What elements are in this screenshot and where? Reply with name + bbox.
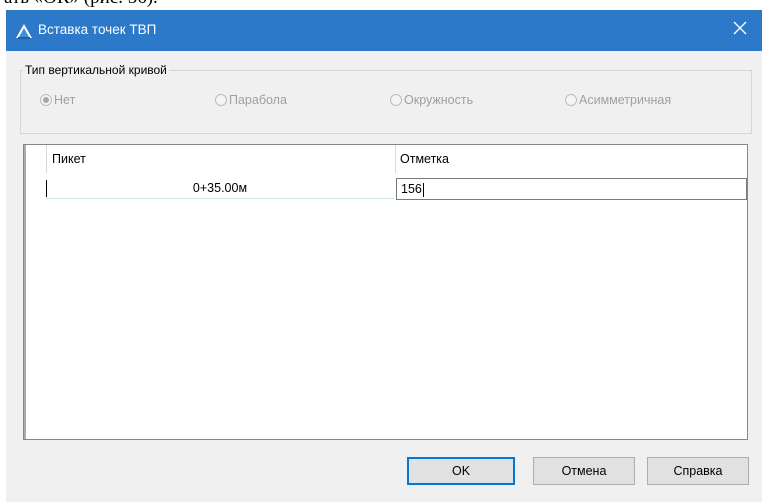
points-grid[interactable]: Пикет Отметка 0+35.00м 156 (23, 144, 748, 440)
title-bar[interactable]: Вставка точек ТВП (6, 10, 762, 51)
close-icon (733, 21, 747, 40)
radio-circle-circle[interactable] (390, 94, 402, 106)
radio-asymmetric[interactable]: Асимметричная (565, 93, 671, 107)
cell-picket-value: 0+35.00м (192, 181, 248, 195)
cell-mark-value: 156 (401, 182, 422, 196)
radio-parabola-label: Парабола (229, 93, 287, 107)
radio-asymmetric-circle[interactable] (565, 94, 577, 106)
radio-parabola[interactable]: Парабола (215, 93, 287, 107)
table-row[interactable]: 0+35.00м 156 (26, 178, 747, 200)
background-document: ать «ОК» (рис. 56). (0, 0, 762, 10)
curve-type-label: Тип вертикальной кривой (23, 63, 169, 77)
close-button[interactable] (718, 10, 762, 51)
radio-none[interactable]: Нет (40, 93, 75, 107)
column-header-mark[interactable]: Отметка (396, 145, 449, 173)
cell-mark-input[interactable]: 156 (396, 178, 747, 200)
ok-button[interactable]: OK (407, 457, 515, 485)
cancel-button[interactable]: Отмена (533, 457, 635, 485)
grid-header: Пикет Отметка (26, 145, 747, 177)
row-selector[interactable] (26, 178, 46, 199)
background-text: ать «ОК» (рис. 56). (4, 0, 158, 9)
radio-asymmetric-label: Асимметричная (579, 93, 672, 107)
radio-parabola-circle[interactable] (215, 94, 227, 106)
radio-none-circle[interactable] (40, 94, 52, 106)
radio-none-label: Нет (54, 93, 76, 107)
cell-picket[interactable]: 0+35.00м (46, 178, 394, 199)
help-button[interactable]: Справка (647, 457, 749, 485)
insert-points-dialog: Вставка точек ТВП Тип вертикальной криво… (6, 10, 762, 502)
column-header-picket[interactable]: Пикет (48, 145, 86, 173)
radio-circle[interactable]: Окружность (390, 93, 473, 107)
window-title: Вставка точек ТВП (38, 22, 157, 37)
radio-circle-label: Окружность (404, 93, 474, 107)
civil-triangle-icon (15, 22, 33, 40)
